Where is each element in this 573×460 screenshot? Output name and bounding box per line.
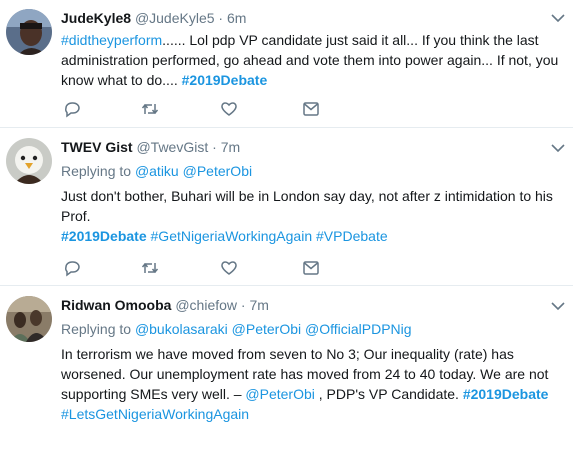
text-line: Prof. xyxy=(61,208,91,224)
avatar[interactable] xyxy=(6,138,52,184)
separator-dot: · xyxy=(240,297,246,313)
chevron-down-icon[interactable] xyxy=(551,13,565,23)
user-handle[interactable]: @TwevGist xyxy=(136,139,208,155)
mention-link[interactable]: @PeterObi xyxy=(183,163,252,179)
text-line: administration performed, go ahead and v… xyxy=(61,52,559,68)
separator-dot: · xyxy=(212,139,217,155)
text-line: supporting SMEs very well. – xyxy=(61,386,246,402)
retweet-icon[interactable] xyxy=(141,100,159,118)
mention-link[interactable]: @OfficialPDPNig xyxy=(305,321,412,337)
like-icon[interactable] xyxy=(220,259,238,277)
avatar-photo xyxy=(6,296,52,342)
tweet-3[interactable]: Ridwan Omooba @chiefow · 7m Replying to … xyxy=(0,286,573,460)
text-line: In terrorism we have moved from seven to… xyxy=(61,346,514,362)
tweet-text: In terrorism we have moved from seven to… xyxy=(61,344,561,424)
timestamp[interactable]: 7m xyxy=(249,297,268,313)
hashtag-link[interactable]: #GetNigeriaWorkingAgain xyxy=(151,228,313,244)
separator-dot: · xyxy=(218,10,224,26)
avatar[interactable] xyxy=(6,9,52,55)
tweet-text: #didtheyperform...... Lol pdp VP candida… xyxy=(61,30,561,90)
tweet-text: Just don't bother, Buhari will be in Lon… xyxy=(61,186,561,246)
text-line: ...... Lol pdp VP candidate just said it… xyxy=(162,32,539,48)
mention-link[interactable]: @PeterObi xyxy=(232,321,301,337)
tweet-2[interactable]: TWEV Gist @TwevGist · 7m Replying to @at… xyxy=(0,128,573,285)
avatar-photo xyxy=(6,138,52,184)
hashtag-link[interactable]: #2019Debate xyxy=(463,386,549,402)
hashtag-link[interactable]: #didtheyperform xyxy=(61,32,162,48)
retweet-icon[interactable] xyxy=(141,259,159,277)
tweet-header: Ridwan Omooba @chiefow · 7m xyxy=(61,297,269,313)
hashtag-link[interactable]: #VPDebate xyxy=(316,228,388,244)
tweet-1[interactable]: JudeKyle8 @JudeKyle5 · 6m #didtheyperfor… xyxy=(0,0,573,127)
replying-label: Replying to xyxy=(61,321,135,337)
chevron-down-icon[interactable] xyxy=(551,143,565,153)
user-handle[interactable]: @chiefow xyxy=(175,297,237,313)
avatar-photo xyxy=(6,9,52,55)
text-line: know what to do.... xyxy=(61,72,182,88)
message-icon[interactable] xyxy=(302,100,320,118)
display-name[interactable]: JudeKyle8 xyxy=(61,10,131,26)
hashtag-link[interactable]: #LetsGetNigeriaWorkingAgain xyxy=(61,406,249,422)
hashtag-link[interactable]: #2019Debate xyxy=(182,72,268,88)
chevron-down-icon[interactable] xyxy=(551,301,565,311)
avatar[interactable] xyxy=(6,296,52,342)
replying-label: Replying to xyxy=(61,163,135,179)
tweet-header: TWEV Gist @TwevGist · 7m xyxy=(61,139,240,155)
text-line: Just don't bother, Buhari will be in Lon… xyxy=(61,188,553,204)
replying-to: Replying to @bukolasaraki @PeterObi @Off… xyxy=(61,321,412,337)
timestamp[interactable]: 7m xyxy=(221,139,240,155)
message-icon[interactable] xyxy=(302,259,320,277)
reply-icon[interactable] xyxy=(63,259,81,277)
hashtag-link[interactable]: #2019Debate xyxy=(61,228,147,244)
user-handle[interactable]: @JudeKyle5 xyxy=(135,10,215,26)
timestamp[interactable]: 6m xyxy=(227,10,246,26)
display-name[interactable]: Ridwan Omooba xyxy=(61,297,171,313)
text-line: worsened. Our unemployment rate has move… xyxy=(61,366,549,382)
mention-link[interactable]: @atiku xyxy=(135,163,179,179)
replying-to: Replying to @atiku @PeterObi xyxy=(61,163,252,179)
display-name[interactable]: TWEV Gist xyxy=(61,139,133,155)
like-icon[interactable] xyxy=(220,100,238,118)
mention-link[interactable]: @PeterObi xyxy=(245,386,314,402)
tweet-header: JudeKyle8 @JudeKyle5 · 6m xyxy=(61,10,246,26)
text-line: , PDP's VP Candidate. xyxy=(314,386,463,402)
reply-icon[interactable] xyxy=(63,100,81,118)
mention-link[interactable]: @bukolasaraki xyxy=(135,321,228,337)
